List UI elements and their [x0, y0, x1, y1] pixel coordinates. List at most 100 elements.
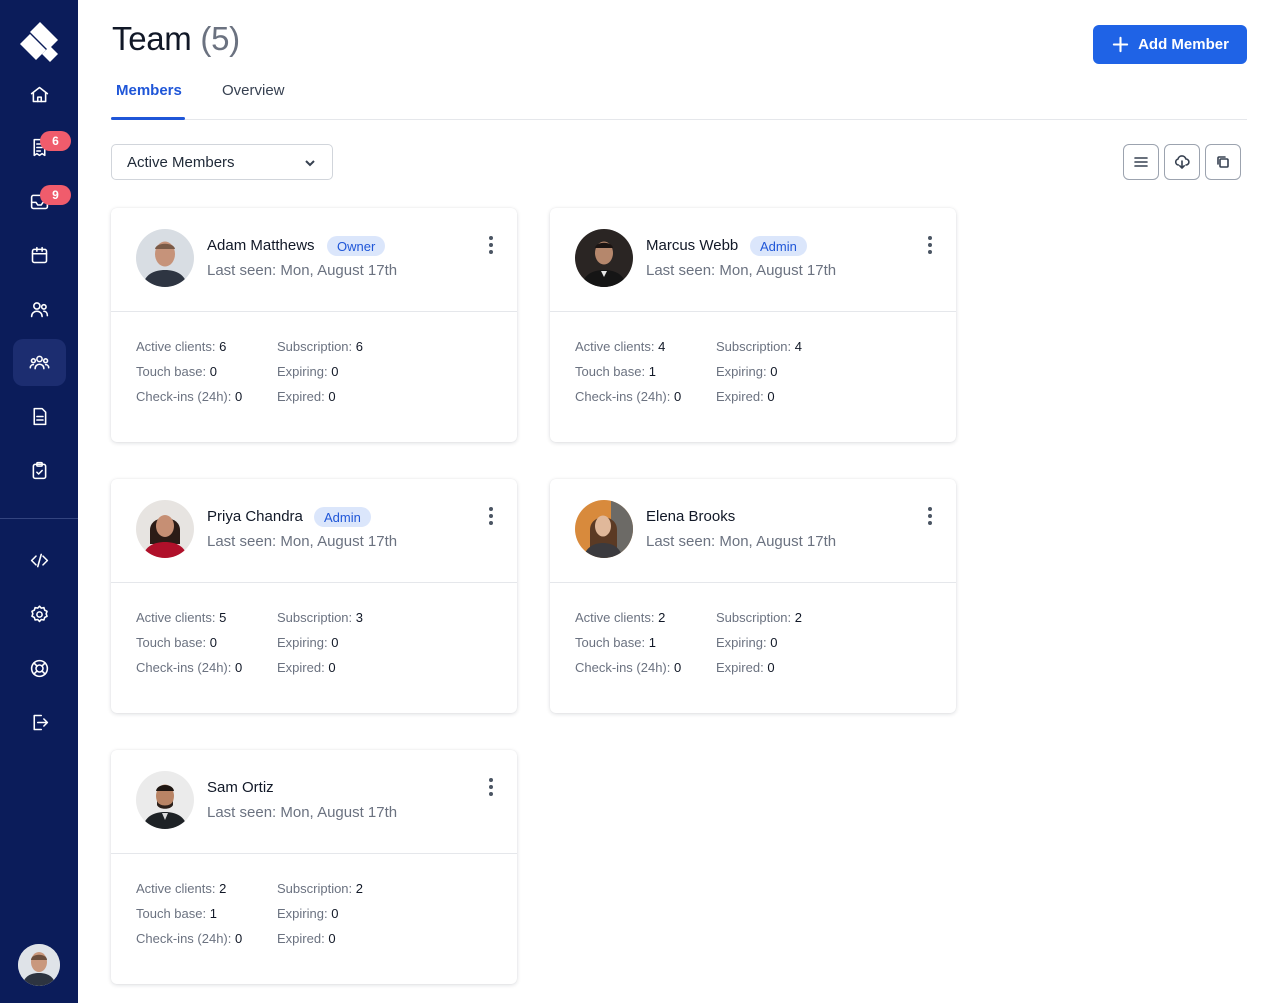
stat-checkins: Check-ins (24h): 0 [136, 660, 243, 675]
member-avatar[interactable] [575, 229, 633, 287]
add-member-button[interactable]: Add Member [1093, 25, 1247, 64]
stat-subscription: Subscription: 2 [277, 881, 364, 896]
cloud-download-icon [1174, 155, 1190, 169]
last-seen: Last seen: Mon, August 17th [207, 804, 398, 821]
member-status-value: Active Members [127, 153, 235, 171]
sidebar: 6 9 [0, 0, 78, 1003]
stat-checkins: Check-ins (24h): 0 [575, 660, 682, 675]
member-card: Marcus Webb Admin Last seen: Mon, August… [550, 208, 956, 442]
sidebar-item-documents[interactable] [13, 393, 66, 440]
tab-members[interactable]: Members [116, 82, 182, 99]
last-seen: Last seen: Mon, August 17th [646, 262, 837, 279]
sidebar-item-help[interactable] [13, 645, 66, 692]
sidebar-item-tasks[interactable] [13, 447, 66, 494]
stat-expired: Expired: 0 [277, 931, 336, 946]
last-seen: Last seen: Mon, August 17th [207, 533, 398, 550]
member-card: Sam Ortiz Last seen: Mon, August 17th Ac… [111, 750, 517, 984]
more-options-icon[interactable] [922, 234, 938, 256]
member-avatar[interactable] [136, 500, 194, 558]
role-badge: Owner [327, 236, 386, 256]
stat-expired: Expired: 0 [277, 660, 336, 675]
member-avatar[interactable] [136, 229, 194, 287]
page-title: Team (5) [112, 20, 240, 58]
list-view-icon [1134, 157, 1148, 167]
stat-active-clients: Active clients: 6 [136, 339, 227, 354]
users-icon [30, 302, 49, 318]
stat-subscription: Subscription: 3 [277, 610, 364, 625]
logout-icon [33, 714, 49, 731]
stat-active-clients: Active clients: 5 [136, 610, 227, 625]
tab-bar: Members Overview [111, 70, 1247, 120]
member-name: Sam Ortiz [207, 779, 274, 796]
member-name: Adam Matthews [207, 237, 315, 254]
user-avatar[interactable] [18, 944, 60, 986]
member-avatar[interactable] [575, 500, 633, 558]
more-options-icon[interactable] [922, 505, 938, 527]
sidebar-divider [0, 518, 78, 519]
sidebar-item-calendar[interactable] [13, 232, 66, 279]
stat-subscription: Subscription: 6 [277, 339, 364, 354]
stat-expired: Expired: 0 [716, 389, 775, 404]
copy-button[interactable] [1205, 144, 1241, 180]
page-title-text: Team [112, 20, 192, 57]
stat-checkins: Check-ins (24h): 0 [136, 389, 243, 404]
team-count: (5) [200, 20, 240, 57]
clipboard-check-icon [32, 461, 47, 480]
stat-active-clients: Active clients: 2 [575, 610, 666, 625]
stat-expiring: Expiring: 0 [716, 364, 778, 379]
sidebar-item-settings[interactable] [13, 591, 66, 638]
member-card: Priya Chandra Admin Last seen: Mon, Augu… [111, 479, 517, 713]
stat-subscription: Subscription: 2 [716, 610, 803, 625]
member-name: Priya Chandra [207, 508, 303, 525]
sidebar-item-team[interactable] [13, 339, 66, 386]
stat-touch-base: Touch base: 1 [136, 906, 217, 921]
last-seen: Last seen: Mon, August 17th [646, 533, 837, 550]
notification-badge: 9 [40, 185, 71, 205]
home-icon [30, 86, 49, 103]
help-lifebuoy-icon [30, 659, 49, 678]
more-options-icon[interactable] [483, 505, 499, 527]
member-status-select[interactable]: Active Members [111, 144, 333, 180]
last-seen: Last seen: Mon, August 17th [207, 262, 398, 279]
chevron-down-icon [305, 160, 315, 167]
stat-subscription: Subscription: 4 [716, 339, 803, 354]
code-icon [30, 553, 49, 568]
more-options-icon[interactable] [483, 776, 499, 798]
sidebar-item-logout[interactable] [13, 699, 66, 746]
stat-touch-base: Touch base: 1 [575, 635, 656, 650]
member-name: Marcus Webb [646, 237, 739, 254]
stat-touch-base: Touch base: 0 [136, 364, 217, 379]
more-options-icon[interactable] [483, 234, 499, 256]
member-avatar[interactable] [136, 771, 194, 829]
notification-badge: 6 [40, 131, 71, 151]
member-card-header: Marcus Webb Admin Last seen: Mon, August… [550, 208, 956, 312]
role-badge: Admin [750, 236, 807, 256]
document-icon [33, 407, 47, 426]
sidebar-item-developer[interactable] [13, 537, 66, 584]
stat-expiring: Expiring: 0 [277, 364, 339, 379]
role-badge: Admin [314, 507, 371, 527]
sidebar-item-clients[interactable] [13, 286, 66, 333]
stat-expiring: Expiring: 0 [716, 635, 778, 650]
tab-overview[interactable]: Overview [222, 82, 285, 99]
stat-touch-base: Touch base: 0 [136, 635, 217, 650]
add-member-label: Add Member [1138, 36, 1229, 53]
stat-expired: Expired: 0 [716, 660, 775, 675]
stat-checkins: Check-ins (24h): 0 [575, 389, 682, 404]
settings-gear-icon [31, 605, 48, 623]
stat-touch-base: Touch base: 1 [575, 364, 656, 379]
member-card-header: Adam Matthews Owner Last seen: Mon, Augu… [111, 208, 517, 312]
brand-logo-icon[interactable] [18, 20, 60, 62]
member-card-header: Sam Ortiz Last seen: Mon, August 17th [111, 750, 517, 854]
stat-expiring: Expiring: 0 [277, 906, 339, 921]
calendar-icon [31, 246, 48, 264]
download-button[interactable] [1164, 144, 1200, 180]
team-icon [29, 355, 50, 370]
member-card-header: Elena Brooks Last seen: Mon, August 17th [550, 479, 956, 583]
sidebar-item-home[interactable] [13, 71, 66, 118]
stat-expired: Expired: 0 [277, 389, 336, 404]
active-tab-indicator [111, 117, 185, 120]
stat-expiring: Expiring: 0 [277, 635, 339, 650]
list-view-button[interactable] [1123, 144, 1159, 180]
stat-checkins: Check-ins (24h): 0 [136, 931, 243, 946]
